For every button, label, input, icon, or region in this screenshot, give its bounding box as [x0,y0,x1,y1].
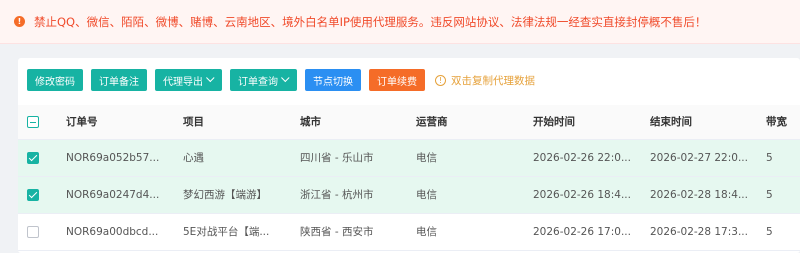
table-row[interactable]: NOR69a00dbcd... 5E对战平台【端... 陕西省 - 西安市 电信… [18,213,800,251]
table-row[interactable]: NOR69a0247d4... 梦幻西游【端游】 浙江省 - 杭州市 电信 20… [18,176,800,214]
cell-order-no[interactable]: NOR69a00dbcd... [66,213,183,251]
change-password-button[interactable]: 修改密码 [27,69,83,91]
node-switch-label: 节点切换 [313,76,353,88]
info-circle-icon: ! [435,74,446,86]
cell-project[interactable]: 梦幻西游【端游】 [183,176,300,214]
copy-hint: ! 双击复制代理数据 [435,73,535,88]
cell-project[interactable]: 心遇 [183,139,300,177]
select-all-cell [18,105,66,140]
cell-carrier[interactable]: 电信 [416,176,533,214]
row-checkbox[interactable] [27,225,39,238]
order-renew-button[interactable]: 订单续费 [369,69,425,91]
header-city[interactable]: 城市 [300,105,416,140]
header-project[interactable]: 项目 [183,105,300,140]
row-checkbox-cell [18,176,66,214]
header-end-time[interactable]: 结束时间 [650,105,766,140]
cell-carrier[interactable]: 电信 [416,139,533,177]
order-renew-label: 订单续费 [377,76,417,88]
table-row[interactable]: NOR69a052b57... 心遇 四川省 - 乐山市 电信 2026-02-… [18,139,800,177]
change-password-label: 修改密码 [35,76,75,88]
chevron-down-icon [206,73,215,83]
cell-bandwidth[interactable]: 5 [766,139,800,177]
cell-end-time[interactable]: 2026-02-28 17:3... [650,213,766,251]
header-start-time[interactable]: 开始时间 [533,105,650,140]
header-bandwidth[interactable]: 带宽 [766,105,800,140]
cell-end-time[interactable]: 2026-02-28 18:4... [650,176,766,214]
cell-order-no[interactable]: NOR69a052b57... [66,139,183,177]
cell-bandwidth[interactable]: 5 [766,213,800,251]
cell-city[interactable]: 浙江省 - 杭州市 [300,176,416,214]
warning-circle-icon: ! [14,16,25,27]
row-checkbox[interactable] [27,188,39,201]
order-query-dropdown[interactable]: 订单查询 [230,69,297,91]
cell-end-time[interactable]: 2026-02-27 22:0... [650,139,766,177]
node-switch-button[interactable]: 节点切换 [305,69,361,91]
cell-project[interactable]: 5E对战平台【端... [183,213,300,251]
orders-table: 订单号 项目 城市 运营商 开始时间 结束时间 带宽 NOR69a052b57.… [18,105,800,251]
header-carrier[interactable]: 运营商 [416,105,533,140]
page: ! 禁止QQ、微信、陌陌、微博、赌博、云南地区、境外白名单IP使用代理服务。违反… [0,0,800,253]
order-note-button[interactable]: 订单备注 [91,69,147,91]
proxy-export-dropdown[interactable]: 代理导出 [155,69,222,91]
cell-start-time[interactable]: 2026-02-26 22:0... [533,139,650,177]
order-note-label: 订单备注 [99,76,139,88]
cell-city[interactable]: 四川省 - 乐山市 [300,139,416,177]
row-checkbox-cell [18,213,66,251]
cell-city[interactable]: 陕西省 - 西安市 [300,213,416,251]
cell-start-time[interactable]: 2026-02-26 18:4... [533,176,650,214]
toolbar: 修改密码 订单备注 代理导出 订单查询 节点切换 订单续费 ! 双击复制代理数据 [27,69,535,91]
copy-hint-text: 双击复制代理数据 [451,74,535,87]
row-checkbox[interactable] [27,151,39,164]
select-all-checkbox[interactable] [27,115,39,128]
cell-bandwidth[interactable]: 5 [766,176,800,214]
warning-notice: ! 禁止QQ、微信、陌陌、微博、赌博、云南地区、境外白名单IP使用代理服务。违反… [0,0,800,44]
proxy-export-label: 代理导出 [163,76,203,88]
orders-panel: 修改密码 订单备注 代理导出 订单查询 节点切换 订单续费 ! 双击复制代理数据… [18,58,800,253]
order-query-label: 订单查询 [238,76,278,88]
cell-start-time[interactable]: 2026-02-26 17:0... [533,213,650,251]
notice-text: 禁止QQ、微信、陌陌、微博、赌博、云南地区、境外白名单IP使用代理服务。违反网站… [34,14,707,29]
row-checkbox-cell [18,139,66,177]
cell-carrier[interactable]: 电信 [416,213,533,251]
header-order-no[interactable]: 订单号 [66,105,183,140]
cell-order-no[interactable]: NOR69a0247d4... [66,176,183,214]
table-header-row: 订单号 项目 城市 运营商 开始时间 结束时间 带宽 [18,105,800,140]
chevron-down-icon [281,73,290,83]
